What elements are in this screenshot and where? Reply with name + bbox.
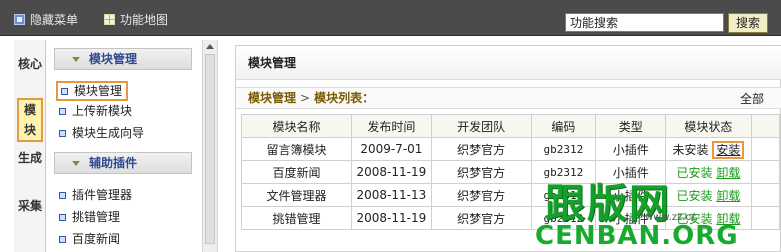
sidebar-scrollbar[interactable] xyxy=(202,40,218,252)
table-row: 文件管理器 2008-11-13 织梦官方 gb2312 小插件 已安装 卸载 xyxy=(240,183,781,207)
cell-extra xyxy=(750,183,781,207)
hide-menu-button[interactable]: 隐藏菜单 xyxy=(14,11,78,28)
cell-date: 2008-11-13 xyxy=(351,183,432,207)
left-tab-bar: 核心 模块 生成 采集 xyxy=(14,40,46,252)
cell-name: 百度新闻 xyxy=(240,160,353,184)
sidebar-section-plugins[interactable]: 辅助插件 xyxy=(54,152,192,174)
main-panel: 模块管理 模块管理 > 模块列表： 全部 模块名称 发布时间 开发团队 编码 类型 … xyxy=(235,45,781,252)
cell-name: 文件管理器 xyxy=(240,183,353,207)
tab-generate-label: 生成 xyxy=(17,151,42,165)
cell-type: 小插件 xyxy=(595,206,667,230)
cell-date: 2008-11-19 xyxy=(351,160,432,184)
search-button[interactable]: 搜索 xyxy=(728,13,768,33)
cell-extra xyxy=(750,206,781,230)
table-header-row: 模块名称 发布时间 开发团队 编码 类型 模块状态 xyxy=(240,114,781,138)
page-title: 模块管理 xyxy=(236,46,781,80)
uninstall-link[interactable]: 卸载 xyxy=(716,189,740,203)
cell-team: 织梦官方 xyxy=(430,160,532,184)
module-table: 模块名称 发布时间 开发团队 编码 类型 模块状态 留言簿模块 2009-7-0… xyxy=(240,114,781,230)
table-row: 百度新闻 2008-11-19 织梦官方 gb2312 小插件 已安装 卸载 xyxy=(240,160,781,184)
filter-all-link[interactable]: 全部 xyxy=(740,89,764,109)
scroll-thumb[interactable] xyxy=(205,54,215,244)
col-header-date: 发布时间 xyxy=(351,114,432,138)
cell-team: 织梦官方 xyxy=(430,206,532,230)
cell-team: 织梦官方 xyxy=(430,137,532,161)
sidebar-item-baidu-news[interactable]: 百度新闻 xyxy=(58,231,120,247)
status-installed: 已安装 xyxy=(676,188,713,203)
cell-type: 小插件 xyxy=(595,160,667,184)
col-header-type: 类型 xyxy=(595,114,667,138)
tab-collect-label: 采集 xyxy=(17,199,42,213)
sidebar-item-module-manage[interactable]: 模块管理 xyxy=(56,81,129,101)
sidebar-item-error-report[interactable]: 挑错管理 xyxy=(58,209,120,225)
col-header-name: 模块名称 xyxy=(240,114,353,138)
hide-menu-label: 隐藏菜单 xyxy=(30,13,79,27)
install-link[interactable]: 安装 xyxy=(712,140,745,159)
tab-collect[interactable]: 采集 xyxy=(17,196,43,216)
hide-menu-icon xyxy=(14,14,25,25)
sidebar: 模块管理 模块管理 上传新模块 模块生成向导 辅助插件 插件管理器 挑错管理 百… xyxy=(46,40,202,252)
tab-core-label: 核心 xyxy=(17,57,42,71)
cell-status: 已安装 卸载 xyxy=(665,183,752,207)
cell-team: 织梦官方 xyxy=(430,183,532,207)
status-not-installed: 未安装 xyxy=(672,142,709,157)
function-map-button[interactable]: 功能地图 xyxy=(104,11,168,28)
cell-name: 留言簿模块 xyxy=(240,137,353,161)
sidebar-item-module-wizard[interactable]: 模块生成向导 xyxy=(58,125,144,141)
col-header-team: 开发团队 xyxy=(430,114,532,138)
tab-module-label: 模块 xyxy=(23,103,36,137)
col-header-code: 编码 xyxy=(530,114,597,138)
tab-module[interactable]: 模块 xyxy=(17,98,43,142)
function-map-label: 功能地图 xyxy=(120,13,169,27)
search-input[interactable] xyxy=(565,13,724,32)
uninstall-link[interactable]: 卸载 xyxy=(716,212,740,226)
sidebar-item-upload-module[interactable]: 上传新模块 xyxy=(58,103,132,119)
col-header-status: 模块状态 xyxy=(665,114,752,138)
cell-code: gb2312 xyxy=(530,160,597,184)
cell-date: 2009-7-01 xyxy=(351,137,432,161)
breadcrumb: 模块管理 > 模块列表： xyxy=(236,87,781,109)
cell-status: 已安装 卸载 xyxy=(665,160,752,184)
tab-core[interactable]: 核心 xyxy=(17,54,43,74)
function-map-icon xyxy=(104,14,115,25)
status-installed: 已安装 xyxy=(676,165,713,180)
scroll-up-icon[interactable] xyxy=(206,44,214,49)
cell-code: gb2312 xyxy=(530,137,597,161)
cell-code: gb2312 xyxy=(530,183,597,207)
cell-date: 2008-11-19 xyxy=(351,206,432,230)
breadcrumb-root[interactable]: 模块管理 xyxy=(248,91,296,105)
uninstall-link[interactable]: 卸载 xyxy=(716,166,740,180)
sidebar-item-plugin-manager[interactable]: 插件管理器 xyxy=(58,187,132,203)
top-toolbar: 隐藏菜单 功能地图 搜索 xyxy=(0,0,781,36)
cell-code: gb2312 xyxy=(530,206,597,230)
cell-type: 小插件 xyxy=(595,137,667,161)
tab-generate[interactable]: 生成 xyxy=(17,148,43,168)
cell-type: 小插件 xyxy=(595,183,667,207)
table-row: 留言簿模块 2009-7-01 织梦官方 gb2312 小插件 未安装 安装 xyxy=(240,137,781,161)
cell-extra xyxy=(750,160,781,184)
cell-status: 未安装 安装 xyxy=(665,137,752,161)
breadcrumb-current: 模块列表： xyxy=(314,91,375,105)
breadcrumb-separator: > xyxy=(300,91,311,105)
sidebar-section-module[interactable]: 模块管理 xyxy=(54,48,192,70)
table-row: 挑错管理 2008-11-19 织梦官方 gb2312 小插件 已安装 卸载 xyxy=(240,206,781,230)
col-header-extra xyxy=(750,114,781,138)
cell-extra xyxy=(750,137,781,161)
cell-name: 挑错管理 xyxy=(240,206,353,230)
cell-status: 已安装 卸载 xyxy=(665,206,752,230)
status-installed: 已安装 xyxy=(676,211,713,226)
